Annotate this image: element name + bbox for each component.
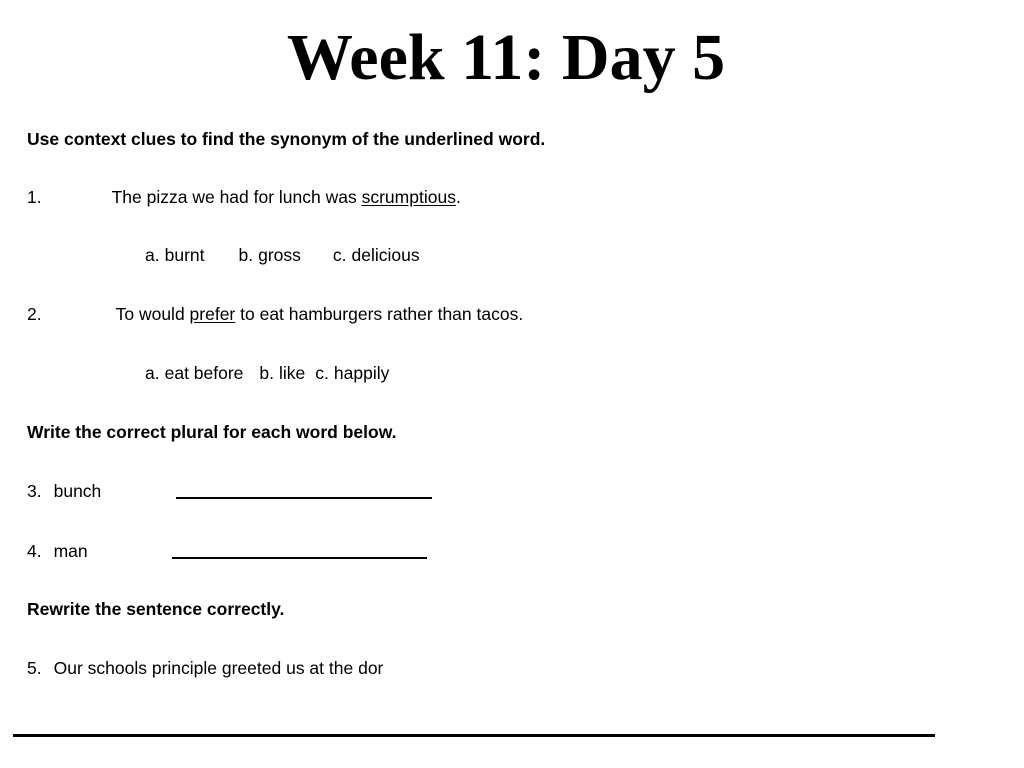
question-1-choices: a. burnt b. gross c. delicious <box>145 244 420 266</box>
question-2-choice-b-letter[interactable]: b. <box>259 363 274 383</box>
question-5-sentence: Our schools principle greeted us at the … <box>53 658 384 678</box>
section-2-instruction: Write the correct plural for each word b… <box>27 422 397 442</box>
question-1-choice-c-label[interactable]: delicious <box>352 245 420 265</box>
page-title: Week 11: Day 5 <box>286 21 726 94</box>
question-4-word: man <box>53 541 88 561</box>
section-3-instruction: Rewrite the sentence correctly. <box>27 599 285 619</box>
section-1-instruction: Use context clues to find the synonym of… <box>27 129 546 149</box>
question-1-underlined-word: scrumptious <box>361 187 456 207</box>
question-3-number: 3. <box>27 481 42 501</box>
question-3-word: bunch <box>53 481 102 501</box>
question-2-choice-c-letter[interactable]: c. <box>315 363 329 383</box>
question-2-choice-a-letter[interactable]: a. <box>145 363 160 383</box>
question-1: 1. The pizza we had for lunch was scrumpt… <box>27 186 461 208</box>
question-1-choice-c-letter[interactable]: c. <box>333 245 347 265</box>
question-3-answer-blank[interactable] <box>176 497 432 499</box>
question-2-text-after: to eat hamburgers rather than tacos. <box>235 304 524 324</box>
worksheet-page: Week 11: Day 5 Use context clues to find… <box>0 0 1024 768</box>
question-1-choice-a-label[interactable]: burnt <box>165 245 205 265</box>
question-2-choice-c-label[interactable]: happily <box>334 363 389 383</box>
question-1-choice-b-label[interactable]: gross <box>258 245 301 265</box>
question-2-choice-b-label[interactable]: like <box>279 363 305 383</box>
question-2-text-before: To would <box>115 304 190 324</box>
question-4: 4. man <box>27 540 88 562</box>
question-1-choice-b-letter[interactable]: b. <box>239 245 254 265</box>
question-2-number: 2. <box>27 304 42 324</box>
question-5-number: 5. <box>27 658 42 678</box>
question-5-answer-line[interactable] <box>13 734 935 737</box>
question-2-underlined-word: prefer <box>189 304 236 324</box>
question-5: 5. Our schools principle greeted us at th… <box>27 657 383 679</box>
question-1-text-after: . <box>455 187 461 207</box>
question-2-choice-a-label[interactable]: eat before <box>165 363 244 383</box>
question-2: 2. To would prefer to eat hamburgers rath… <box>27 303 523 325</box>
question-1-number: 1. <box>27 187 42 207</box>
question-4-answer-blank[interactable] <box>172 557 427 559</box>
question-1-text-before: The pizza we had for lunch was <box>111 187 362 207</box>
question-2-choices: a. eat before b. like c. happily <box>145 362 389 384</box>
question-1-choice-a-letter[interactable]: a. <box>145 245 160 265</box>
question-4-number: 4. <box>27 541 42 561</box>
question-3: 3. bunch <box>27 480 101 502</box>
